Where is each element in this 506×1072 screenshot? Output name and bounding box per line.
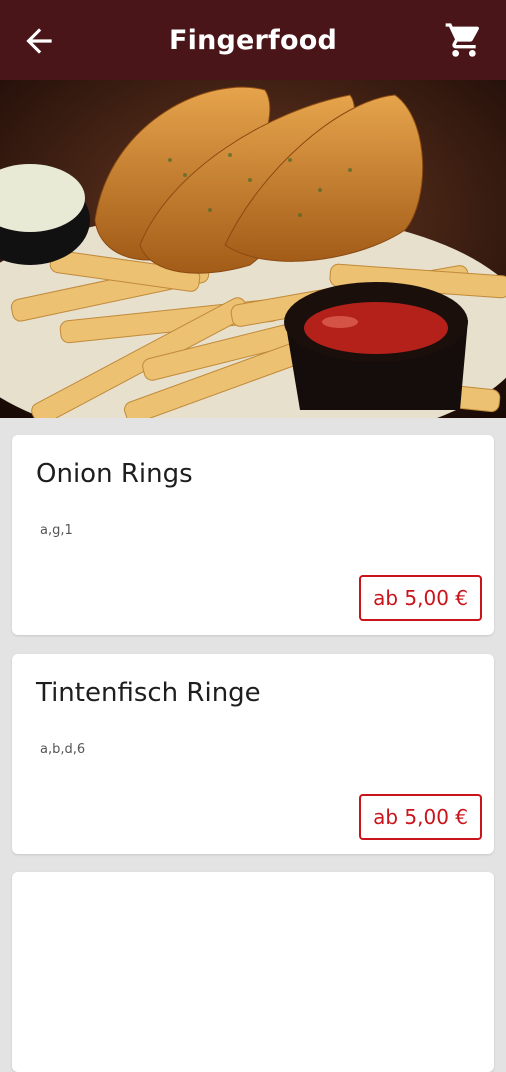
price-button[interactable]: ab 5,00 € bbox=[359, 794, 482, 840]
arrow-left-icon[interactable] bbox=[20, 22, 58, 60]
item-name: Onion Rings bbox=[36, 459, 193, 489]
app-bar: Fingerfood bbox=[0, 0, 506, 80]
item-name: Tintenfisch Ringe bbox=[36, 678, 261, 708]
price-button[interactable]: ab 5,00 € bbox=[359, 575, 482, 621]
menu-item-card[interactable] bbox=[12, 872, 494, 1072]
allergen-codes: a,g,1 bbox=[40, 523, 73, 538]
shopping-cart-icon[interactable] bbox=[444, 20, 484, 60]
menu-item-card[interactable]: Tintenfisch Ringe a,b,d,6 ab 5,00 € bbox=[12, 654, 494, 854]
fish-and-chips-photo bbox=[0, 80, 506, 418]
page-title: Fingerfood bbox=[168, 24, 338, 56]
allergen-codes: a,b,d,6 bbox=[40, 742, 86, 757]
menu-item-card[interactable]: Onion Rings a,g,1 ab 5,00 € bbox=[12, 435, 494, 635]
